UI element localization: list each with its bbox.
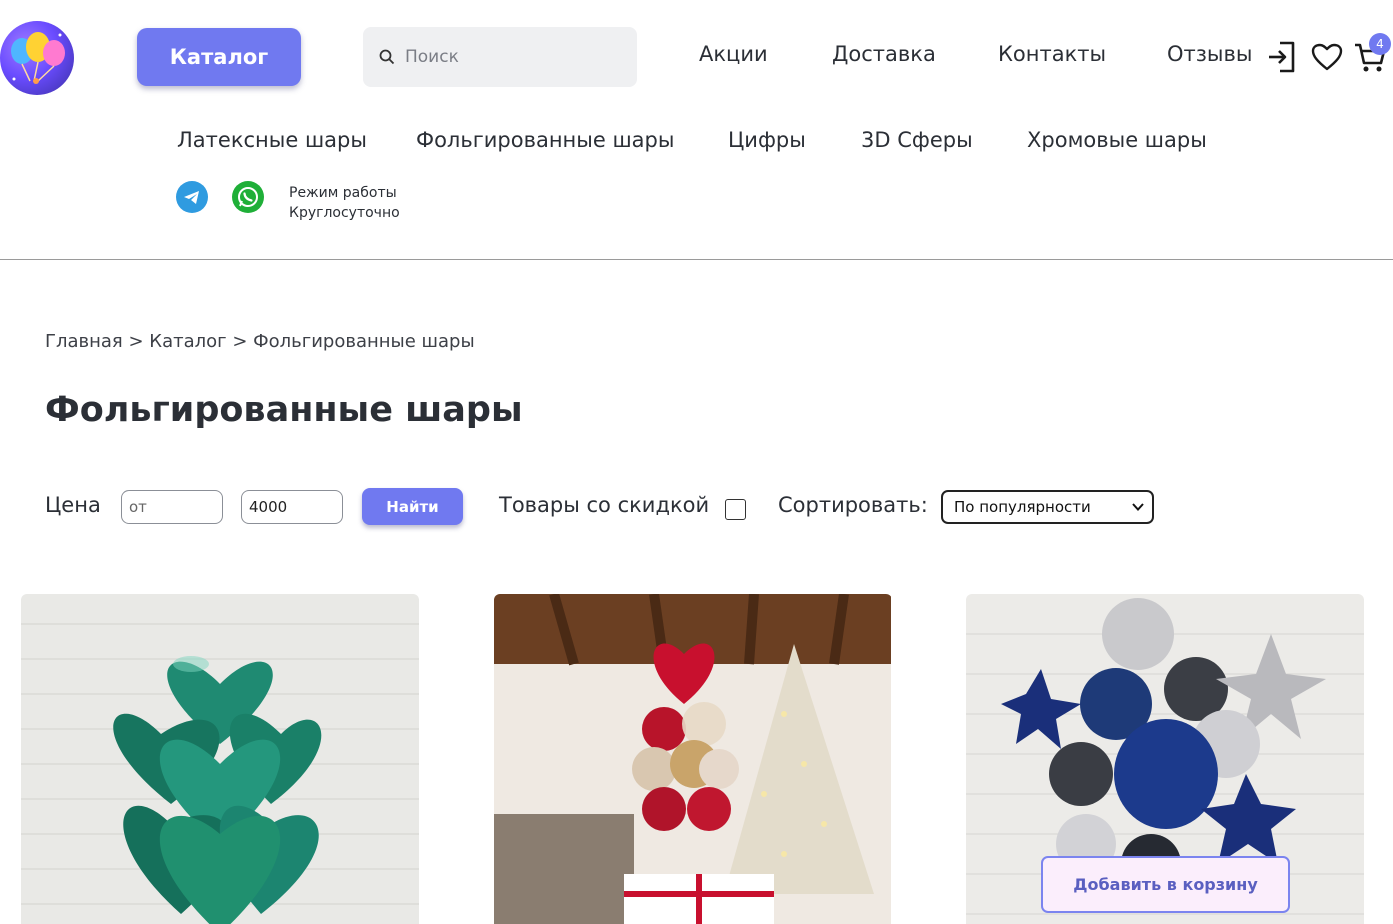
sort-select[interactable]: По популярности: [941, 490, 1154, 524]
search-icon: [379, 49, 395, 65]
price-label: Цена: [45, 493, 101, 517]
category-chrome[interactable]: Хромовые шары: [1027, 128, 1207, 152]
category-latex[interactable]: Латексные шары: [177, 128, 367, 152]
page-title: Фольгированные шары: [45, 390, 523, 430]
favorites-heart-icon[interactable]: [1311, 43, 1343, 75]
sort-selected-value: По популярности: [954, 498, 1091, 516]
breadcrumb-current: Фольгированные шары: [253, 331, 475, 352]
search-box[interactable]: [363, 27, 637, 87]
nav-contacts[interactable]: Контакты: [998, 42, 1106, 66]
breadcrumb-separator: >: [232, 331, 254, 352]
category-foil[interactable]: Фольгированные шары: [416, 128, 674, 152]
product-card[interactable]: [21, 594, 419, 924]
nav-delivery[interactable]: Доставка: [832, 42, 936, 66]
breadcrumb-home[interactable]: Главная: [45, 331, 123, 352]
whatsapp-icon[interactable]: [232, 181, 264, 213]
price-to-input[interactable]: [241, 490, 343, 524]
working-hours-label: Режим работы: [289, 185, 397, 201]
category-numbers[interactable]: Цифры: [728, 128, 806, 152]
sort-label: Сортировать:: [778, 493, 928, 517]
discount-checkbox[interactable]: [725, 499, 746, 520]
category-3d-spheres[interactable]: 3D Сферы: [861, 128, 973, 152]
nav-promotions[interactable]: Акции: [699, 42, 768, 66]
cart-count-badge: 4: [1369, 33, 1391, 55]
search-input[interactable]: [405, 47, 605, 67]
header-divider: [0, 259, 1393, 260]
product-image: [494, 594, 891, 924]
breadcrumb-separator: >: [128, 331, 150, 352]
price-from-input[interactable]: [121, 490, 223, 524]
working-hours: Режим работы Круглосуточно: [289, 183, 400, 223]
discount-label: Товары со скидкой: [499, 493, 710, 517]
product-image: [21, 594, 419, 924]
login-icon[interactable]: [1267, 40, 1297, 78]
telegram-icon[interactable]: [176, 181, 208, 213]
add-to-cart-button[interactable]: Добавить в корзину: [1041, 856, 1290, 913]
catalog-button[interactable]: Каталог: [137, 28, 301, 86]
product-card[interactable]: [494, 594, 892, 924]
site-logo[interactable]: [0, 21, 74, 95]
nav-reviews[interactable]: Отзывы: [1167, 42, 1252, 66]
chevron-down-icon: [1132, 503, 1144, 511]
working-hours-value: Круглосуточно: [289, 205, 400, 221]
breadcrumb: Главная > Каталог > Фольгированные шары: [45, 331, 475, 352]
find-button[interactable]: Найти: [362, 488, 463, 525]
breadcrumb-catalog[interactable]: Каталог: [149, 331, 226, 352]
